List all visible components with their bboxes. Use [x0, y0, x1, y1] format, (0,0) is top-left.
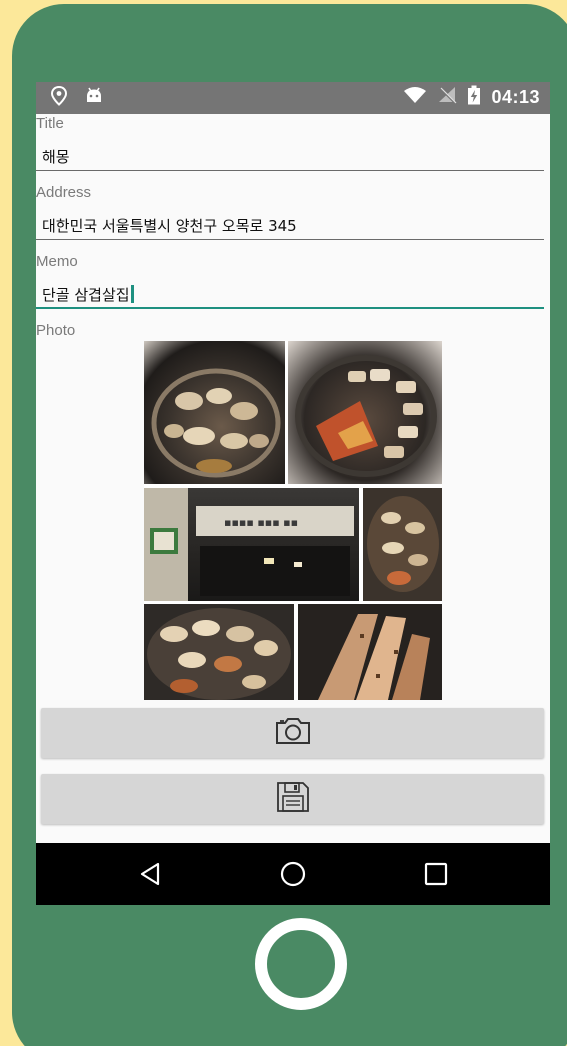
navigation-bar: [36, 843, 550, 905]
device-home-button[interactable]: [255, 918, 347, 1010]
status-time: 04:13: [491, 86, 540, 107]
home-icon: [278, 861, 308, 893]
home-button[interactable]: [278, 859, 308, 889]
photo-tile: [144, 341, 285, 484]
save-button[interactable]: [41, 774, 544, 824]
memo-label: Memo: [36, 253, 78, 270]
back-button[interactable]: [136, 859, 166, 889]
svg-text:▪▪▪▪ ▪▪▪ ▪▪: ▪▪▪▪ ▪▪▪ ▪▪: [224, 516, 298, 529]
photo-tile: [144, 604, 294, 700]
recents-button[interactable]: [421, 859, 451, 889]
photo-label: Photo: [36, 322, 76, 339]
location-icon: [50, 85, 68, 110]
floppy-disk-icon: [276, 781, 310, 817]
title-input[interactable]: 해몽: [36, 143, 544, 171]
camera-icon: [274, 717, 312, 749]
address-input[interactable]: 대한민국 서울특별시 양천구 오목로 345: [36, 212, 544, 240]
memo-input[interactable]: 단골 삼겹살집: [36, 281, 544, 309]
photo-tile: [363, 488, 442, 601]
photo-tile: ▪▪▪▪ ▪▪▪ ▪▪: [144, 488, 359, 601]
recents-icon: [421, 862, 451, 893]
status-bar: 04:13: [36, 82, 550, 114]
app-screen: 04:13 Title 해몽 Address 대한민국 서울특별시 양천구 오목…: [36, 82, 550, 905]
battery-charging-icon: [467, 85, 481, 109]
address-label: Address: [36, 184, 92, 201]
no-signal-icon: [437, 86, 457, 108]
memo-text: 단골 삼겹살집: [42, 286, 130, 304]
android-icon: [84, 87, 104, 109]
wifi-icon: [403, 86, 427, 108]
title-label: Title: [36, 115, 64, 132]
photo-tile: [298, 604, 442, 700]
photo-preview[interactable]: ▪▪▪▪ ▪▪▪ ▪▪: [144, 341, 442, 700]
text-cursor: [130, 285, 134, 303]
camera-button[interactable]: [41, 708, 544, 758]
photo-tile: [288, 341, 442, 484]
back-icon: [136, 862, 166, 893]
